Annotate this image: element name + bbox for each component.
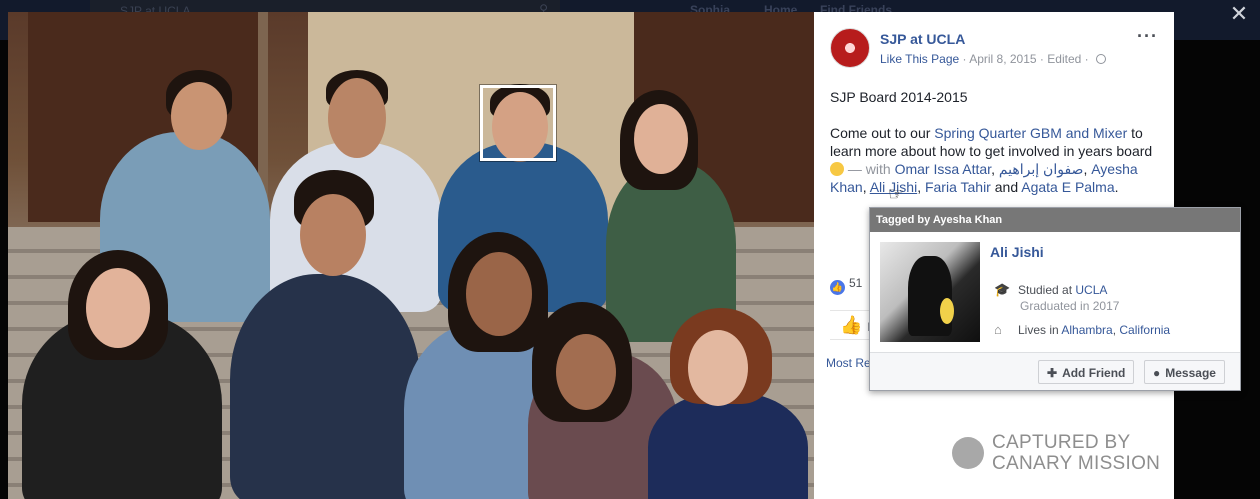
watermark-line-1: CAPTURED BY	[992, 432, 1131, 453]
post-text: SJP Board 2014-2015 Come out to our Spri…	[830, 88, 1166, 196]
comma: ,	[917, 179, 925, 195]
person-figure	[648, 392, 808, 499]
add-friend-icon: ✚	[1047, 366, 1058, 380]
comma: ,	[991, 161, 999, 177]
close-icon[interactable]: ✕	[1226, 2, 1252, 28]
and-label: and	[990, 179, 1022, 195]
tag-link[interactable]: Faria Tahir	[925, 179, 991, 195]
reaction-count: 51	[849, 276, 863, 290]
person-head	[466, 252, 532, 336]
with-label: — with	[844, 161, 895, 177]
add-friend-button[interactable]: ✚ Add Friend	[1038, 360, 1135, 384]
post-text-part: to	[1127, 125, 1143, 141]
location-row: ⌂ Lives in Alhambra, California	[994, 322, 1170, 337]
watermark-line-2: CANARY MISSION	[992, 453, 1161, 474]
state-link[interactable]: California	[1119, 323, 1170, 337]
tag-link[interactable]: Khan	[830, 179, 863, 195]
edited-label[interactable]: Edited	[1047, 52, 1081, 66]
person-figure	[230, 274, 420, 499]
hovercard-header: Tagged by Ayesha Khan	[870, 208, 1240, 232]
board-line: SJP Board 2014-2015	[830, 89, 968, 105]
person-head	[300, 194, 366, 276]
message-button[interactable]: ● Message	[1144, 360, 1225, 384]
hovercard-name-link[interactable]: Ali Jishi	[990, 244, 1044, 260]
tag-link[interactable]: صفوان إبراهيم	[999, 161, 1084, 177]
comment-sort-link[interactable]: Most Re	[826, 356, 871, 370]
reaction-summary[interactable]: 👍 51	[830, 276, 862, 295]
photo-viewer: SJP at UCLA ⚲ Sophia Home Find Friends ✕	[0, 0, 1260, 499]
event-link[interactable]: Spring Quarter GBM and Mixer	[934, 125, 1127, 141]
lives-label: Lives in	[1018, 323, 1062, 337]
school-link[interactable]: UCLA	[1075, 283, 1107, 297]
more-options-icon[interactable]: ···	[1137, 26, 1158, 47]
like-page-link[interactable]: Like This Page	[880, 52, 959, 66]
tag-link[interactable]: Ayesha	[1091, 161, 1137, 177]
person-head	[328, 78, 386, 158]
person-head	[688, 330, 748, 406]
globe-icon	[1095, 54, 1106, 64]
period: .	[1114, 179, 1119, 195]
person-head	[171, 82, 227, 150]
city-link[interactable]: Alhambra	[1061, 323, 1112, 337]
house-icon: ⌂	[994, 322, 1002, 337]
page-name-link[interactable]: SJP at UCLA	[880, 31, 965, 47]
comma: ,	[862, 179, 870, 195]
post-text-part: learn more about how to get involved in …	[830, 143, 1153, 159]
face-tag-box[interactable]	[480, 85, 556, 161]
like-reaction-icon: 👍	[830, 280, 845, 295]
post-photo[interactable]	[8, 12, 814, 499]
profile-hovercard: Tagged by Ayesha Khan Ali Jishi 🎓 Studied…	[869, 207, 1241, 391]
page-avatar[interactable]	[830, 28, 870, 68]
graduation-cap-icon: 🎓	[994, 282, 1011, 297]
hand-cursor-icon: ☞	[888, 184, 905, 204]
person-head	[556, 334, 616, 410]
photo-banana	[940, 298, 954, 324]
studied-label: Studied at	[1018, 283, 1076, 297]
messenger-icon: ●	[1153, 366, 1161, 380]
graduated-text: Graduated in 2017	[1020, 299, 1120, 313]
meta-separator: ·	[1084, 52, 1092, 66]
watermark: CAPTURED BY CANARY MISSION	[952, 432, 1162, 476]
education-row: 🎓 Studied at UCLA	[994, 282, 1107, 298]
photo-figure	[908, 256, 952, 336]
message-label: Message	[1165, 366, 1216, 380]
watermark-text: CAPTURED BY CANARY MISSION	[992, 432, 1160, 474]
add-friend-label: Add Friend	[1062, 366, 1126, 380]
person-head	[86, 268, 150, 348]
post-text-part: Come out to our	[830, 125, 935, 141]
hovercard-footer: ✚ Add Friend ● Message	[870, 352, 1240, 390]
post-meta: Like This Page · April 8, 2015 · Edited …	[880, 52, 1106, 66]
canary-logo-icon	[952, 437, 984, 469]
post-date[interactable]: April 8, 2015	[969, 52, 1036, 66]
tag-link[interactable]: Omar Issa Attar	[895, 161, 991, 177]
person-head	[634, 104, 688, 174]
tag-link[interactable]: Agata E Palma	[1021, 179, 1114, 195]
smiley-emoji-icon	[830, 162, 844, 176]
hovercard-profile-photo[interactable]	[880, 242, 980, 342]
